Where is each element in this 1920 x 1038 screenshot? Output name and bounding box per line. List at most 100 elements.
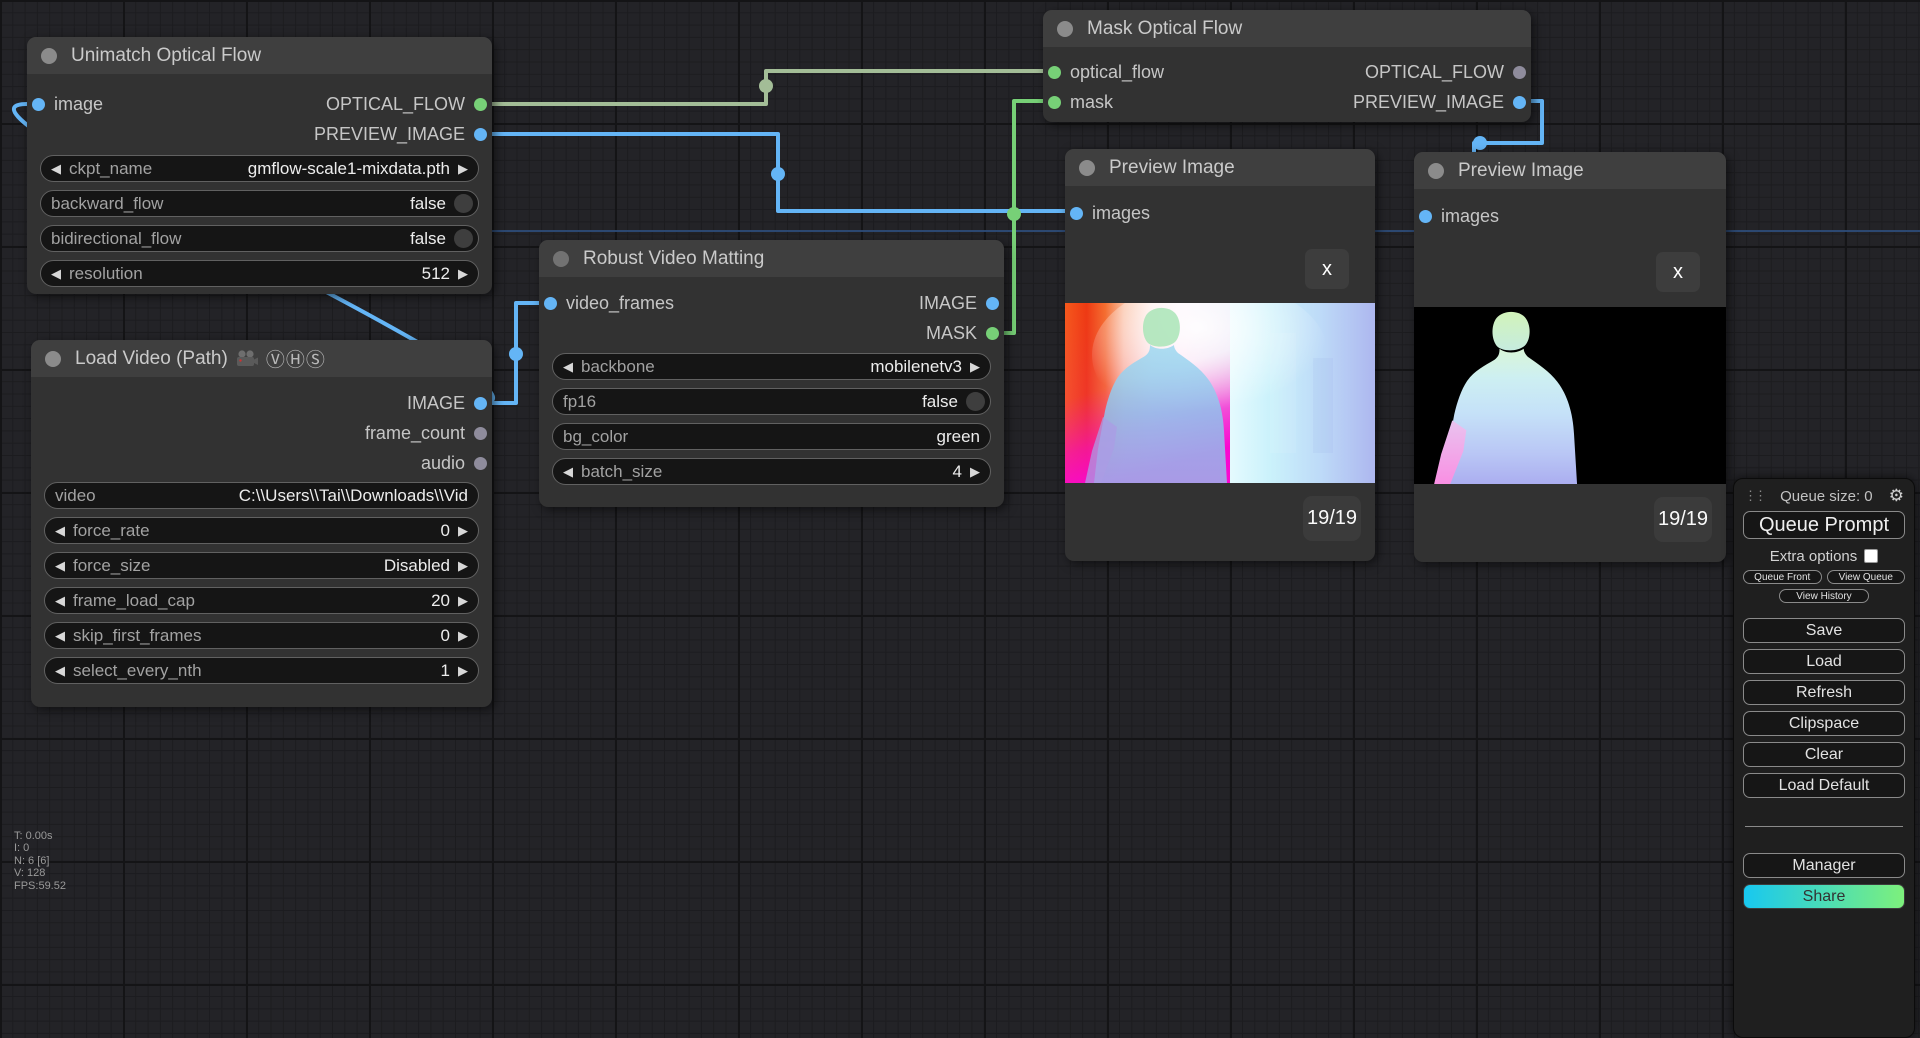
widget-backbone[interactable]: ◀ backbone mobilenetv3 ▶ [552, 353, 991, 380]
drag-handle-icon[interactable]: ⋮⋮ [1744, 488, 1767, 504]
widget-force-rate[interactable]: ◀ force_rate 0 ▶ [44, 517, 479, 544]
node-title-bar[interactable]: Mask Optical Flow [1043, 10, 1531, 47]
output-slot-audio[interactable]: audio [421, 453, 492, 474]
widget-force-size[interactable]: ◀ force_size Disabled ▶ [44, 552, 479, 579]
queue-prompt-button[interactable]: Queue Prompt [1743, 511, 1905, 539]
node-robust-video-matting[interactable]: Robust Video Matting video_frames IMAGE … [539, 240, 1004, 507]
preview-image-optical-flow[interactable] [1065, 303, 1375, 483]
comfyui-menu-panel[interactable]: ⋮⋮ Queue size: 0 ⚙ Queue Prompt Extra op… [1733, 478, 1915, 1038]
view-history-button[interactable]: View History [1779, 589, 1869, 603]
collapse-dot-icon[interactable] [45, 350, 61, 367]
decrement-arrow-icon[interactable]: ◀ [55, 628, 65, 644]
decrement-arrow-icon[interactable]: ◀ [51, 161, 61, 177]
close-image-button[interactable]: x [1656, 252, 1700, 292]
decrement-arrow-icon[interactable]: ◀ [55, 663, 65, 679]
wire-dot[interactable] [509, 347, 523, 361]
input-dot-icon[interactable] [1419, 209, 1432, 223]
node-title-bar[interactable]: Unimatch Optical Flow [27, 37, 492, 74]
collapse-dot-icon[interactable] [41, 47, 57, 64]
output-dot-icon[interactable] [474, 456, 487, 470]
collapse-dot-icon[interactable] [1079, 159, 1095, 176]
output-slot-optical-flow[interactable]: OPTICAL_FLOW [326, 94, 492, 115]
input-slot-mask[interactable]: mask [1043, 92, 1113, 113]
settings-gear-icon[interactable]: ⚙ [1889, 486, 1904, 506]
node-load-video-path[interactable]: Load Video (Path) ⓋⒽⓈ IMAGE frame_count … [31, 340, 492, 707]
widget-batch-size[interactable]: ◀ batch_size 4 ▶ [552, 458, 991, 485]
decrement-arrow-icon[interactable]: ◀ [563, 464, 573, 480]
increment-arrow-icon[interactable]: ▶ [458, 161, 468, 177]
toggle-knob-icon[interactable] [966, 392, 985, 411]
output-dot-icon[interactable] [474, 426, 487, 440]
widget-select-every-nth[interactable]: ◀ select_every_nth 1 ▶ [44, 657, 479, 684]
node-unimatch-optical-flow[interactable]: Unimatch Optical Flow image OPTICAL_FLOW… [27, 37, 492, 294]
input-dot-icon[interactable] [544, 296, 557, 310]
widget-bg-color[interactable]: bg_color green [552, 423, 991, 450]
clear-button[interactable]: Clear [1743, 742, 1905, 767]
toggle-knob-icon[interactable] [454, 194, 473, 213]
input-slot-optical-flow[interactable]: optical_flow [1043, 62, 1164, 83]
node-title-bar[interactable]: Robust Video Matting [539, 240, 1004, 277]
input-slot-images[interactable]: images [1065, 203, 1150, 224]
output-dot-icon[interactable] [474, 396, 487, 410]
share-button[interactable]: Share [1743, 884, 1905, 909]
widget-video-path[interactable]: video C:\\Users\\Tai\\Downloads\\Vid [44, 482, 479, 509]
output-dot-icon[interactable] [1513, 95, 1526, 109]
widget-fp16[interactable]: fp16 false [552, 388, 991, 415]
decrement-arrow-icon[interactable]: ◀ [55, 593, 65, 609]
input-dot-icon[interactable] [1070, 206, 1083, 220]
increment-arrow-icon[interactable]: ▶ [458, 266, 468, 282]
output-dot-icon[interactable] [1513, 65, 1526, 79]
decrement-arrow-icon[interactable]: ◀ [55, 558, 65, 574]
wire-dot[interactable] [759, 79, 773, 93]
input-slot-images[interactable]: images [1414, 206, 1499, 227]
input-dot-icon[interactable] [1048, 95, 1061, 109]
increment-arrow-icon[interactable]: ▶ [458, 628, 468, 644]
widget-backward-flow[interactable]: backward_flow false [40, 190, 479, 217]
output-slot-mask[interactable]: MASK [926, 323, 1004, 344]
manager-button[interactable]: Manager [1743, 853, 1905, 878]
node-mask-optical-flow[interactable]: Mask Optical Flow optical_flow OPTICAL_F… [1043, 10, 1531, 122]
wire-dot[interactable] [1473, 136, 1487, 150]
decrement-arrow-icon[interactable]: ◀ [51, 266, 61, 282]
node-title-bar[interactable]: Load Video (Path) ⓋⒽⓈ [31, 340, 492, 377]
node-preview-image-2[interactable]: Preview Image images x 19/19 [1414, 152, 1726, 562]
output-dot-icon[interactable] [474, 127, 487, 141]
increment-arrow-icon[interactable]: ▶ [970, 359, 980, 375]
close-image-button[interactable]: x [1305, 249, 1349, 289]
output-dot-icon[interactable] [986, 296, 999, 310]
output-slot-image[interactable]: IMAGE [919, 293, 1004, 314]
output-slot-preview-image[interactable]: PREVIEW_IMAGE [314, 124, 492, 145]
collapse-dot-icon[interactable] [1428, 162, 1444, 179]
widget-resolution[interactable]: ◀ resolution 512 ▶ [40, 260, 479, 287]
increment-arrow-icon[interactable]: ▶ [458, 558, 468, 574]
increment-arrow-icon[interactable]: ▶ [970, 464, 980, 480]
widget-bidirectional-flow[interactable]: bidirectional_flow false [40, 225, 479, 252]
comfyui-canvas[interactable]: { "canvas": { "stats": ["T: 0.00s", "I: … [0, 0, 1920, 1038]
load-button[interactable]: Load [1743, 649, 1905, 674]
node-title-bar[interactable]: Preview Image [1414, 152, 1726, 189]
extra-options-checkbox[interactable] [1864, 549, 1879, 563]
input-dot-icon[interactable] [1048, 65, 1061, 79]
decrement-arrow-icon[interactable]: ◀ [55, 523, 65, 539]
output-slot-optical-flow[interactable]: OPTICAL_FLOW [1365, 62, 1531, 83]
increment-arrow-icon[interactable]: ▶ [458, 523, 468, 539]
node-preview-image-1[interactable]: Preview Image images x 19/19 [1065, 149, 1375, 561]
view-queue-button[interactable]: View Queue [1826, 570, 1905, 584]
output-dot-icon[interactable] [986, 326, 999, 340]
widget-ckpt-name[interactable]: ◀ ckpt_name gmflow-scale1-mixdata.pth ▶ [40, 155, 479, 182]
increment-arrow-icon[interactable]: ▶ [458, 663, 468, 679]
widget-frame-load-cap[interactable]: ◀ frame_load_cap 20 ▶ [44, 587, 479, 614]
output-slot-frame-count[interactable]: frame_count [365, 423, 492, 444]
output-dot-icon[interactable] [474, 97, 487, 111]
wire-dot[interactable] [1007, 207, 1021, 221]
clipspace-button[interactable]: Clipspace [1743, 711, 1905, 736]
collapse-dot-icon[interactable] [1057, 20, 1073, 37]
output-slot-image[interactable]: IMAGE [407, 393, 492, 414]
decrement-arrow-icon[interactable]: ◀ [563, 359, 573, 375]
load-default-button[interactable]: Load Default [1743, 773, 1905, 798]
widget-skip-first-frames[interactable]: ◀ skip_first_frames 0 ▶ [44, 622, 479, 649]
output-slot-preview-image[interactable]: PREVIEW_IMAGE [1353, 92, 1531, 113]
queue-front-button[interactable]: Queue Front [1743, 570, 1822, 584]
toggle-knob-icon[interactable] [454, 229, 473, 248]
increment-arrow-icon[interactable]: ▶ [458, 593, 468, 609]
